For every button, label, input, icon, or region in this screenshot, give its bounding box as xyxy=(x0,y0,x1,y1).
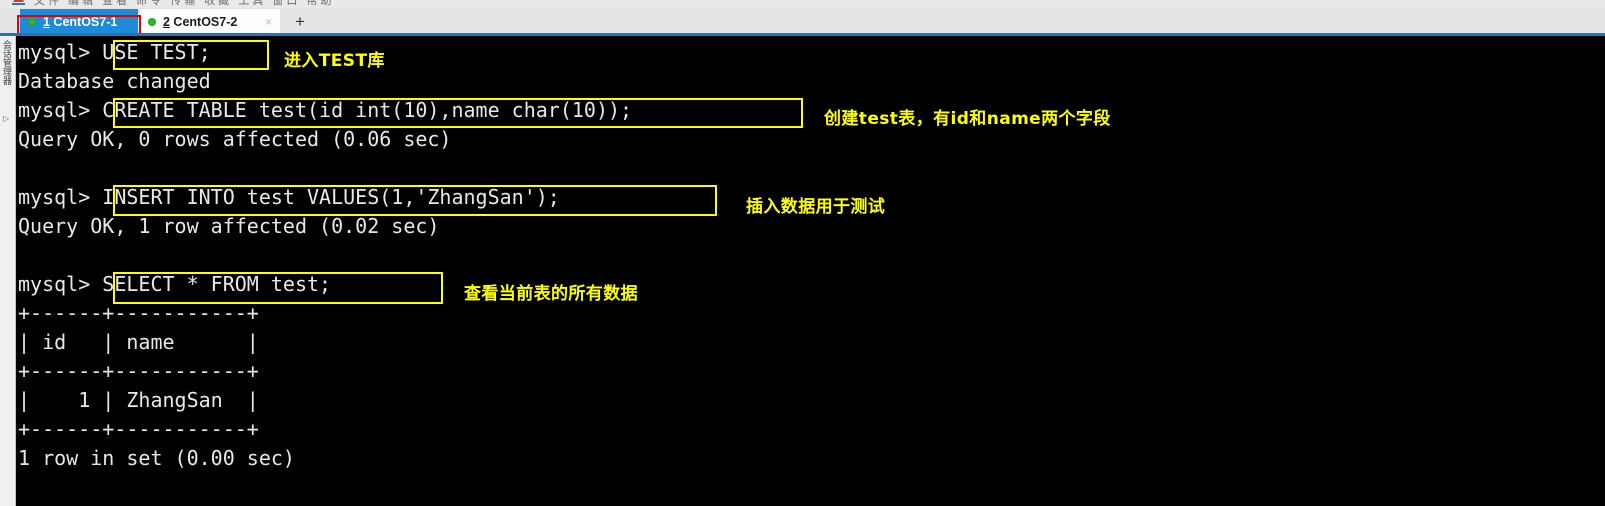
terminal-line: mysql> CREATE TABLE test(id int(10),name… xyxy=(18,98,633,122)
tab-centos7-2[interactable]: 2 CentOS7-2 × xyxy=(140,9,280,35)
tab-index-1: 1 xyxy=(43,15,50,29)
menubar-items: 文件 编辑 查看 命令 传输 收藏 工具 窗口 帮助 xyxy=(34,0,335,7)
terminal-line: +------+-----------+ xyxy=(18,359,259,383)
app-logo-icon xyxy=(12,0,25,5)
tab-label-centos7-2: 2 CentOS7-2 xyxy=(163,15,237,29)
new-tab-button[interactable]: + xyxy=(286,9,314,35)
window-menubar-sliver: 文件 编辑 查看 命令 传输 收藏 工具 窗口 帮助 xyxy=(0,0,1605,8)
annotation-insert-data: 插入数据用于测试 xyxy=(746,197,886,217)
terminal-line: mysql> SELECT * FROM test; xyxy=(18,272,332,296)
green-status-dot-icon xyxy=(148,18,156,26)
terminal-text-body: mysql> USE TEST; Database changed mysql>… xyxy=(16,36,1605,473)
session-manager-sidebar[interactable]: 会话管理器 ▷ xyxy=(0,36,16,506)
annotation-create-table: 创建test表，有id和name两个字段 xyxy=(824,109,1111,129)
terminal-line: Query OK, 0 rows affected (0.06 sec) xyxy=(18,127,452,151)
terminal-line: +------+-----------+ xyxy=(18,417,259,441)
tab-label-centos7-1: 1 CentOS7-1 xyxy=(43,15,117,29)
terminal-line: | 1 | ZhangSan | xyxy=(18,388,259,412)
tab-centos7-1[interactable]: 1 CentOS7-1 ‹ xyxy=(20,9,146,35)
green-status-dot-icon xyxy=(28,18,36,26)
sidebar-expand-icon[interactable]: ▷ xyxy=(3,114,9,123)
terminal-line: +------+-----------+ xyxy=(18,301,259,325)
terminal-output-pane[interactable]: mysql> USE TEST; Database changed mysql>… xyxy=(16,36,1605,506)
tab-name-2: CentOS7-2 xyxy=(169,15,238,29)
terminal-line: | id | name | xyxy=(18,330,259,354)
terminal-line: 1 row in set (0.00 sec) xyxy=(18,446,295,470)
terminal-line: mysql> USE TEST; xyxy=(18,40,211,64)
sidebar-vertical-label: 会话管理器 xyxy=(2,40,12,85)
tab-name-1: CentOS7-1 xyxy=(49,15,118,29)
tab-index-2: 2 xyxy=(163,15,170,29)
terminal-line: Database changed xyxy=(18,69,211,93)
tab-bar: 1 CentOS7-1 ‹ 2 CentOS7-2 × + xyxy=(0,8,1605,39)
close-icon[interactable]: × xyxy=(265,16,272,28)
annotation-select-data: 查看当前表的所有数据 xyxy=(464,284,638,304)
annotation-use-test: 进入TEST库 xyxy=(284,51,385,71)
terminal-application-window: 文件 编辑 查看 命令 传输 收藏 工具 窗口 帮助 1 CentOS7-1 ‹… xyxy=(0,0,1605,506)
